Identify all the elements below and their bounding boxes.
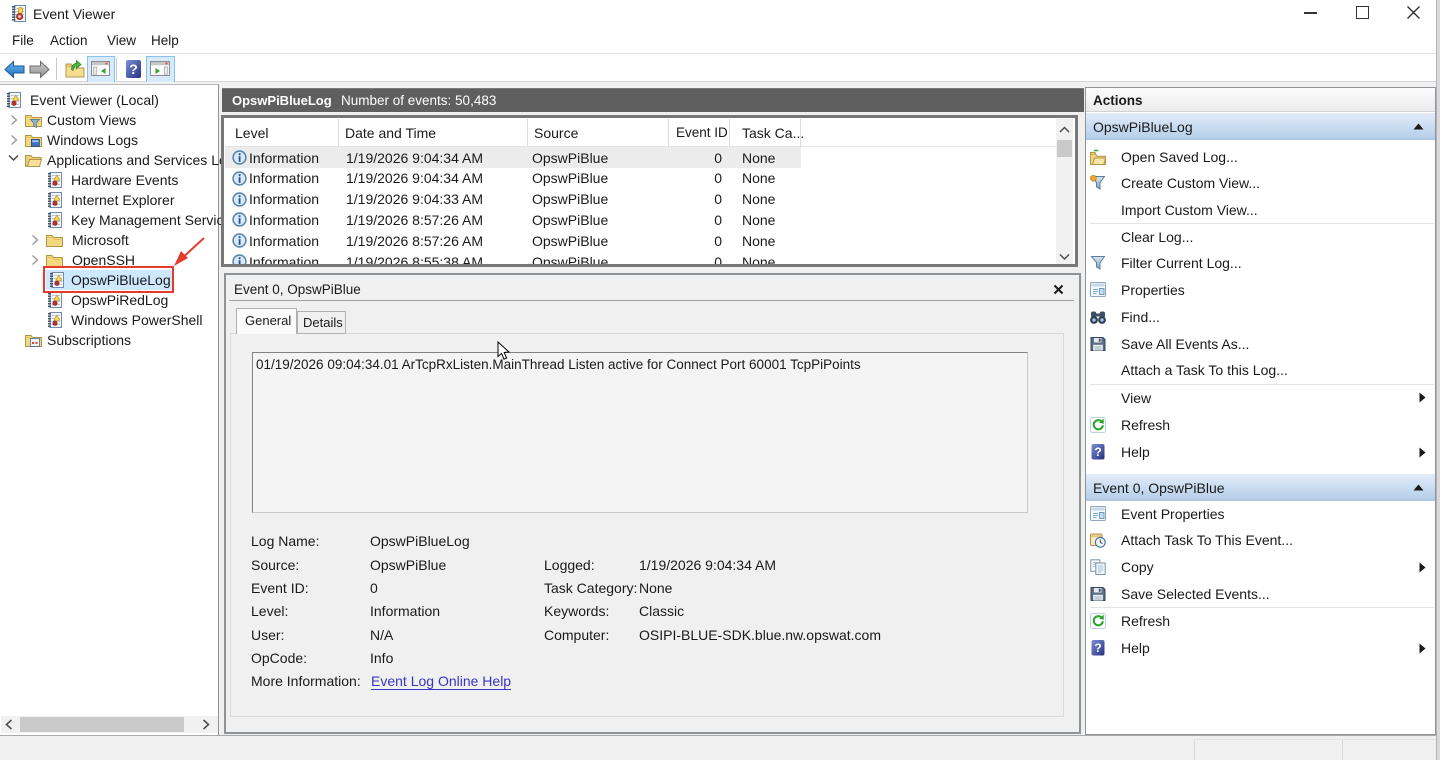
svg-text:?: ? xyxy=(129,61,138,77)
